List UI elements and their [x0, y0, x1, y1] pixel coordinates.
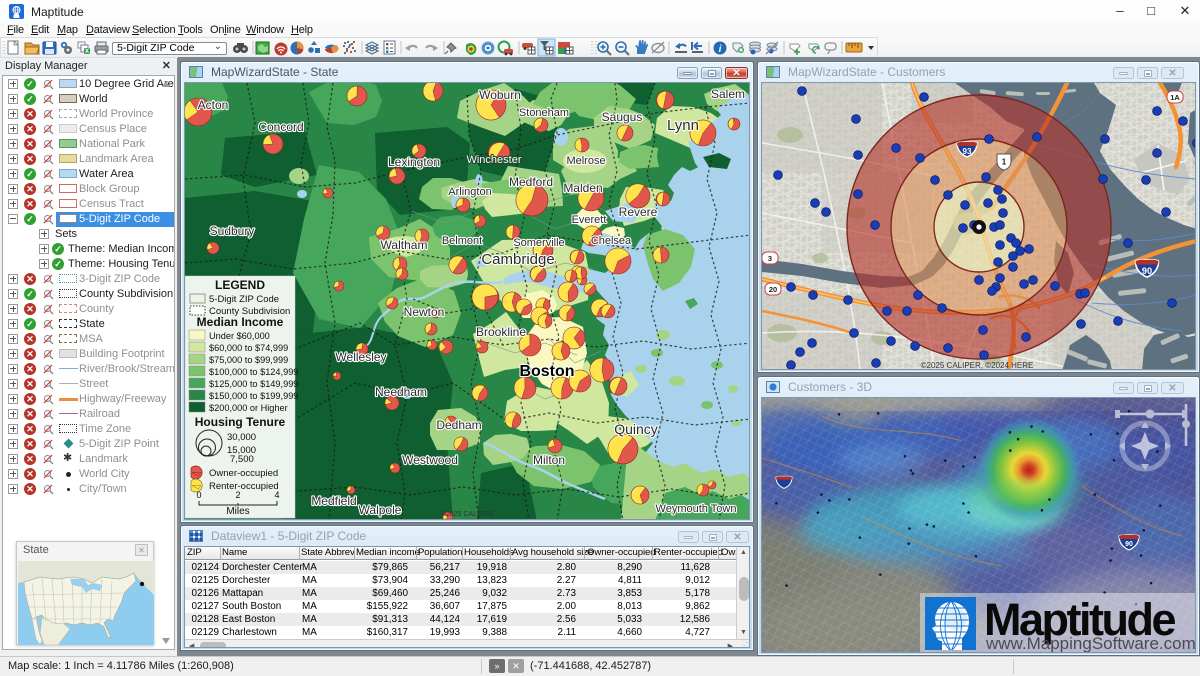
svg-text:Median Income: Median Income: [197, 315, 284, 329]
svg-text:Under $60,000: Under $60,000: [209, 331, 270, 341]
svg-text:$60,000 to $74,999: $60,000 to $74,999: [209, 343, 288, 353]
svg-text:Everett: Everett: [572, 214, 607, 226]
svg-text:Lynn: Lynn: [667, 117, 699, 134]
svg-text:20: 20: [769, 285, 777, 294]
svg-text:Needham: Needham: [375, 385, 427, 399]
svg-text:Stoneham: Stoneham: [519, 107, 569, 119]
svg-text:Medfield: Medfield: [311, 494, 356, 508]
svg-text:Concord: Concord: [258, 120, 303, 134]
svg-text:Arlington: Arlington: [448, 186, 491, 198]
svg-text:93: 93: [963, 147, 972, 156]
svg-text:Housing Tenure: Housing Tenure: [195, 415, 286, 429]
svg-text:Salem: Salem: [711, 87, 745, 101]
svg-text:$75,000 to $99,999: $75,000 to $99,999: [209, 355, 288, 365]
svg-text:7,500: 7,500: [230, 454, 254, 465]
svg-text:i: i: [719, 44, 722, 55]
svg-text:5-Digit ZIP Code: 5-Digit ZIP Code: [209, 294, 279, 305]
svg-text:Newton: Newton: [404, 305, 445, 319]
svg-text:4: 4: [274, 490, 279, 500]
svg-text:Medford: Medford: [509, 175, 553, 189]
svg-text:Melrose: Melrose: [566, 155, 605, 167]
svg-text:Weymouth Town: Weymouth Town: [656, 503, 737, 515]
svg-text:$100,000 to $124,999: $100,000 to $124,999: [209, 367, 298, 377]
svg-text:Lexington: Lexington: [388, 155, 440, 169]
svg-text:Revere: Revere: [619, 205, 658, 219]
svg-text:Woburn: Woburn: [479, 88, 521, 102]
svg-text:Walpole: Walpole: [359, 503, 402, 517]
svg-text:Malden: Malden: [563, 181, 602, 195]
svg-text:www.MappingSoftware.com: www.MappingSoftware.com: [985, 634, 1196, 653]
svg-text:LEGEND: LEGEND: [215, 278, 265, 292]
svg-text:$150,000 to $199,999: $150,000 to $199,999: [209, 391, 298, 401]
svg-text:Acton: Acton: [198, 98, 229, 112]
svg-text:©2025 CALIPER: ©2025 CALIPER: [441, 510, 494, 518]
svg-text:X: X: [85, 49, 89, 55]
svg-text:Somerville: Somerville: [513, 237, 564, 249]
svg-text:Chelsea: Chelsea: [591, 235, 632, 247]
svg-text:©2025 CALIPER, ©2024 HERE: ©2025 CALIPER, ©2024 HERE: [921, 361, 1034, 370]
svg-text:Winchester: Winchester: [466, 154, 521, 166]
svg-text:Westwood: Westwood: [402, 453, 458, 467]
svg-text:3: 3: [768, 254, 772, 263]
svg-text:1A: 1A: [1170, 93, 1180, 102]
svg-text:0: 0: [196, 490, 201, 500]
svg-text:Saugus: Saugus: [602, 110, 643, 124]
svg-text:Owner-occupied: Owner-occupied: [209, 468, 278, 479]
svg-text:Belmont: Belmont: [442, 235, 482, 247]
svg-text:Boston: Boston: [519, 363, 574, 380]
svg-text:2: 2: [235, 490, 240, 500]
svg-text:Waltham: Waltham: [381, 238, 428, 252]
svg-text:30,000: 30,000: [227, 432, 256, 443]
svg-text:Cambridge: Cambridge: [481, 251, 554, 268]
svg-text:Miles: Miles: [226, 506, 249, 517]
svg-text:$200,000 or Higher: $200,000 or Higher: [209, 403, 288, 413]
svg-text:Renter-occupied: Renter-occupied: [209, 481, 279, 492]
svg-text:Dedham: Dedham: [436, 418, 481, 432]
svg-text:Brookline: Brookline: [476, 325, 526, 339]
svg-text:90: 90: [1125, 541, 1133, 548]
svg-text:1: 1: [1002, 158, 1007, 167]
svg-text:$125,000 to $149,999: $125,000 to $149,999: [209, 379, 298, 389]
svg-text:Wellesley: Wellesley: [335, 350, 386, 364]
svg-text:90: 90: [1142, 266, 1152, 276]
svg-text:Milton: Milton: [533, 453, 565, 467]
svg-text:Sudbury: Sudbury: [210, 224, 255, 238]
svg-text:Quincy: Quincy: [614, 421, 658, 437]
